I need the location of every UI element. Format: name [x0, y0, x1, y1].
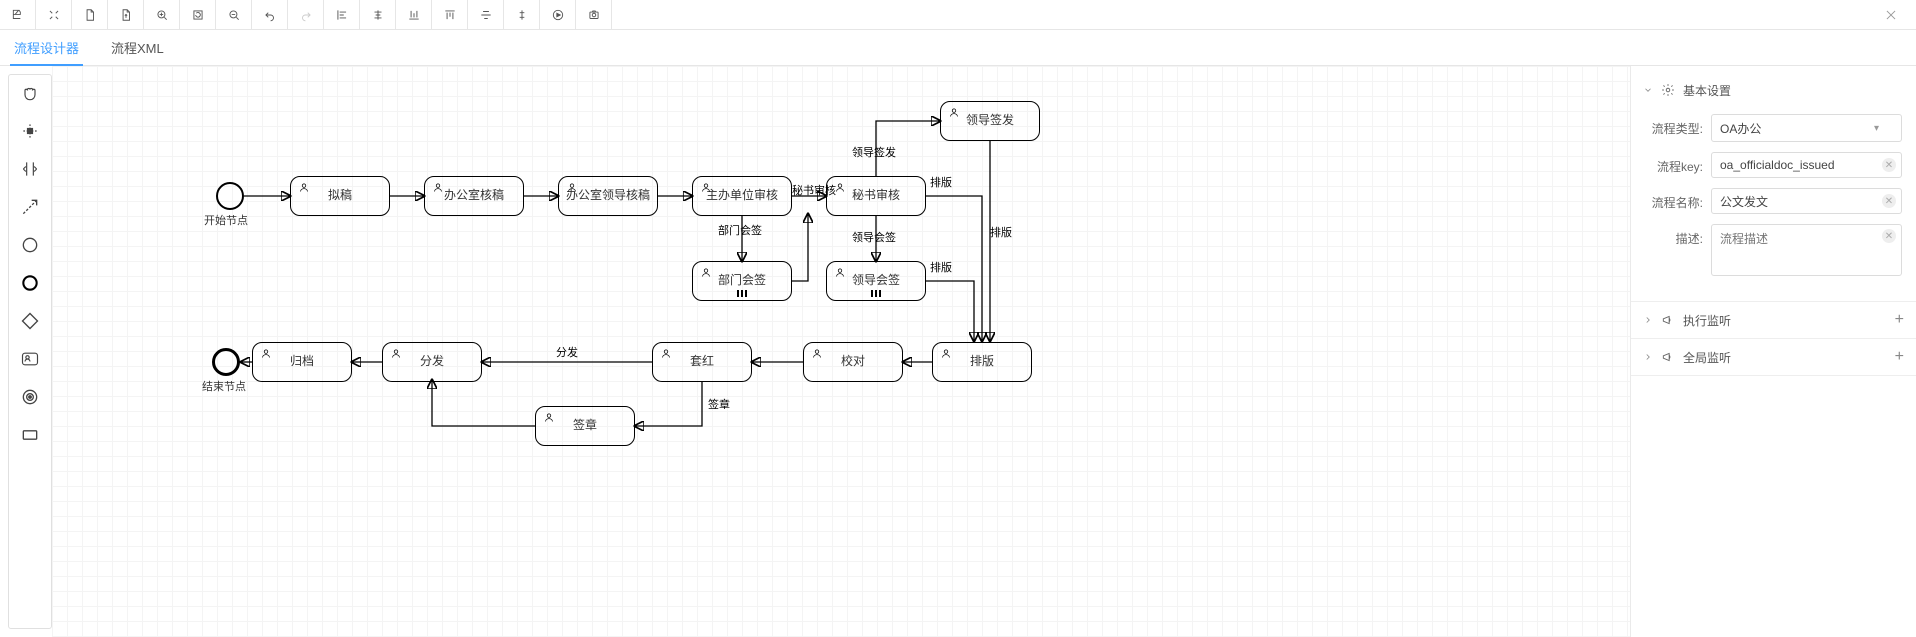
edge-label: 排版: [930, 259, 952, 275]
task-lead-issue[interactable]: 领导签发: [940, 101, 1040, 141]
clear-icon[interactable]: ✕: [1882, 158, 1896, 172]
field-label: 流程类型:: [1645, 114, 1711, 137]
tool-service-task[interactable]: [18, 385, 42, 409]
tool-gateway[interactable]: [18, 309, 42, 333]
edge-label: 排版: [990, 224, 1012, 240]
process-key-input[interactable]: [1711, 152, 1902, 178]
task-lead-sign[interactable]: 领导会签: [826, 261, 926, 301]
tool-space[interactable]: [18, 157, 42, 181]
tool-subprocess[interactable]: [18, 423, 42, 447]
add-global-listener[interactable]: +: [1895, 348, 1904, 366]
tb-align-center[interactable]: [360, 0, 396, 29]
tool-connect[interactable]: [18, 195, 42, 219]
tb-new[interactable]: [72, 0, 108, 29]
canvas[interactable]: 开始节点 拟稿 办公室核稿 办公室领导核稿 主办单位审核: [52, 66, 1630, 637]
task-office-review[interactable]: 办公室核稿: [424, 176, 524, 216]
end-label: 结束节点: [202, 378, 246, 394]
top-toolbar: [0, 0, 1916, 30]
close-button[interactable]: [1876, 0, 1906, 30]
tool-grab[interactable]: [18, 81, 42, 105]
tab-xml[interactable]: 流程XML: [107, 38, 168, 65]
tb-align-top[interactable]: [432, 0, 468, 29]
process-desc-input[interactable]: [1711, 224, 1902, 276]
select-value: OA办公: [1720, 120, 1761, 137]
task-dept-sign[interactable]: 部门会签: [692, 261, 792, 301]
edge-label: 部门会签: [718, 222, 762, 238]
tb-distribute-v[interactable]: [504, 0, 540, 29]
properties-panel: 基本设置 流程类型: OA办公 ▾ 流程key:: [1630, 66, 1916, 637]
field-label: 流程key:: [1645, 152, 1711, 175]
edge-label: 排版: [930, 174, 952, 190]
section-title: 执行监听: [1683, 312, 1731, 329]
task-label: 归档: [290, 355, 314, 368]
task-label: 分发: [420, 355, 444, 368]
task-label: 签章: [573, 419, 597, 432]
tb-save[interactable]: [0, 0, 36, 29]
task-label: 部门会签: [718, 274, 766, 287]
process-type-select[interactable]: OA办公 ▾: [1711, 114, 1902, 142]
task-typeset[interactable]: 排版: [932, 342, 1032, 382]
megaphone-icon: [1661, 350, 1675, 364]
task-archive[interactable]: 归档: [252, 342, 352, 382]
start-label: 开始节点: [204, 212, 248, 228]
tb-undo[interactable]: [252, 0, 288, 29]
clear-icon[interactable]: ✕: [1882, 194, 1896, 208]
task-label: 拟稿: [328, 189, 352, 202]
task-label: 领导签发: [966, 114, 1014, 127]
task-cover[interactable]: 套红: [652, 342, 752, 382]
process-name-input[interactable]: [1711, 188, 1902, 214]
tb-fit[interactable]: [36, 0, 72, 29]
tool-user-task[interactable]: [18, 347, 42, 371]
edge-label: 分发: [556, 344, 578, 360]
tab-designer[interactable]: 流程设计器: [10, 38, 83, 65]
section-basic-toggle[interactable]: 基本设置: [1631, 72, 1916, 108]
task-label: 领导会签: [852, 274, 900, 287]
section-global-toggle[interactable]: 全局监听 +: [1631, 339, 1916, 375]
task-proof[interactable]: 校对: [803, 342, 903, 382]
tb-redo[interactable]: [288, 0, 324, 29]
megaphone-icon: [1661, 313, 1675, 327]
task-label: 校对: [841, 355, 865, 368]
add-exec-listener[interactable]: +: [1895, 311, 1904, 329]
tb-zoom-in[interactable]: [144, 0, 180, 29]
task-seal[interactable]: 签章: [535, 406, 635, 446]
task-office-lead-review[interactable]: 办公室领导核稿: [558, 176, 658, 216]
tb-align-bottom[interactable]: [396, 0, 432, 29]
tool-start-event[interactable]: [18, 233, 42, 257]
task-draft[interactable]: 拟稿: [290, 176, 390, 216]
field-label: 流程名称:: [1645, 188, 1711, 211]
edge-label: 领导签发: [852, 144, 896, 160]
start-event[interactable]: [216, 182, 244, 210]
edge-label: 领导会签: [852, 229, 896, 245]
tab-bar: 流程设计器 流程XML: [0, 30, 1916, 66]
task-label: 套红: [690, 355, 714, 368]
section-exec-toggle[interactable]: 执行监听 +: [1631, 302, 1916, 338]
task-label: 办公室核稿: [444, 189, 504, 202]
task-label: 主办单位审核: [706, 189, 778, 202]
tb-zoom-out[interactable]: [216, 0, 252, 29]
gear-icon: [1661, 83, 1675, 97]
tb-play[interactable]: [540, 0, 576, 29]
edge-label: 秘书审核: [792, 182, 836, 198]
task-main-dept-review[interactable]: 主办单位审核: [692, 176, 792, 216]
task-label: 排版: [970, 355, 994, 368]
tool-end-event[interactable]: [18, 271, 42, 295]
task-distribute[interactable]: 分发: [382, 342, 482, 382]
section-title: 全局监听: [1683, 349, 1731, 366]
tb-refresh[interactable]: [180, 0, 216, 29]
task-label: 秘书审核: [852, 189, 900, 202]
task-sec-review[interactable]: 秘书审核: [826, 176, 926, 216]
field-label: 描述:: [1645, 224, 1711, 247]
element-palette: [8, 74, 52, 629]
tb-align-left[interactable]: [324, 0, 360, 29]
tb-align-hcenter[interactable]: [468, 0, 504, 29]
tb-open[interactable]: [108, 0, 144, 29]
section-title: 基本设置: [1683, 82, 1731, 99]
tool-lasso[interactable]: [18, 119, 42, 143]
edge-label: 签章: [708, 396, 730, 412]
end-event[interactable]: [212, 348, 240, 376]
tb-snapshot[interactable]: [576, 0, 612, 29]
clear-icon[interactable]: ✕: [1882, 229, 1896, 243]
